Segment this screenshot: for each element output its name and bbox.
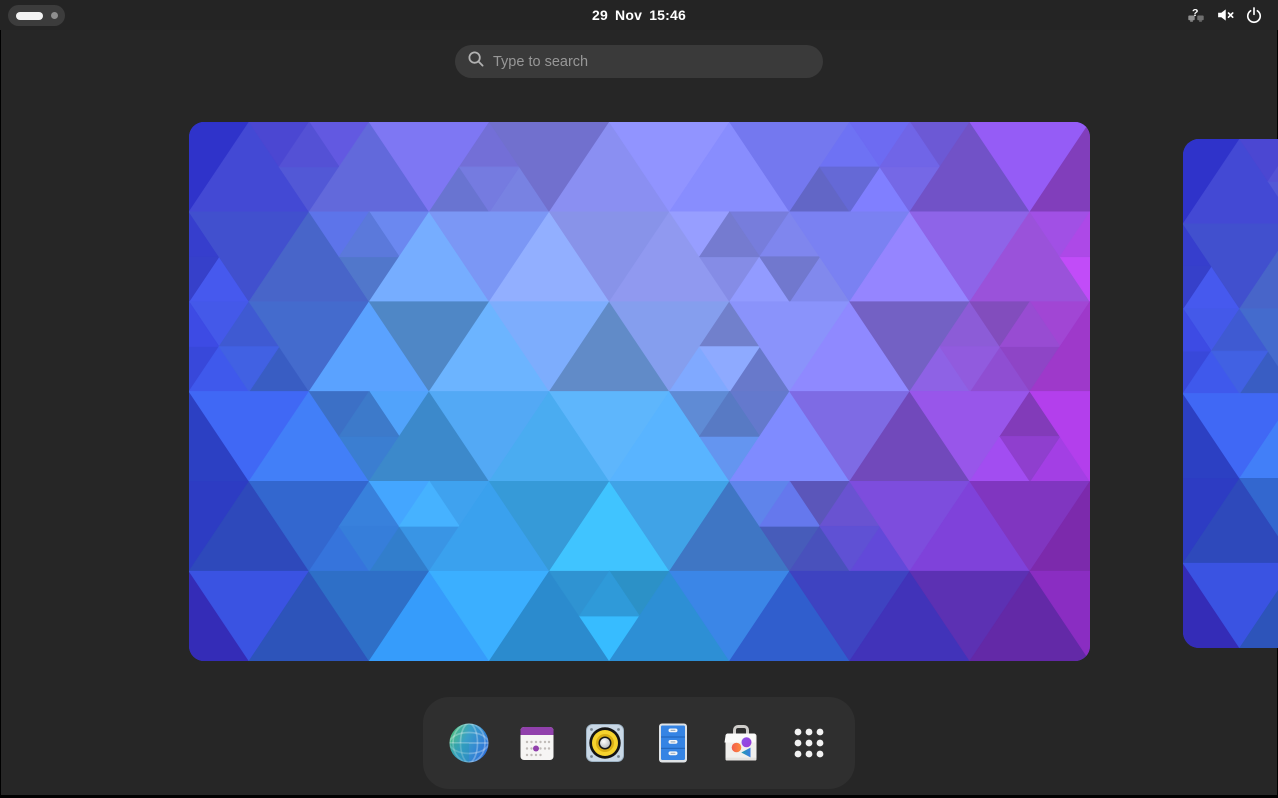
dash-item-software[interactable] <box>717 719 765 767</box>
dash-item-web-browser[interactable] <box>445 719 493 767</box>
search-icon <box>467 50 485 73</box>
wallpaper-triangles-peek <box>1183 139 1278 648</box>
workspace-inactive-dot[interactable] <box>51 12 58 19</box>
wallpaper-triangles <box>189 122 1090 661</box>
search-input[interactable] <box>493 54 811 70</box>
quick-settings-area[interactable]: ? <box>1180 0 1270 30</box>
music-speaker-icon <box>581 719 629 767</box>
calendar-event-dot <box>533 746 539 752</box>
clock-button[interactable]: 29 Nov 15:46 <box>592 0 686 30</box>
dash-item-show-apps[interactable] <box>785 719 833 767</box>
dash-item-files[interactable] <box>649 719 697 767</box>
dash-item-music[interactable] <box>581 719 629 767</box>
network-unknown-icon[interactable]: ? <box>1184 3 1208 27</box>
search-field[interactable] <box>455 45 823 78</box>
software-store-bag-icon <box>717 719 765 767</box>
web-browser-globe-icon <box>445 719 493 767</box>
network-question-badge: ? <box>1192 7 1198 19</box>
top-bar: 29 Nov 15:46 ? <box>0 0 1278 30</box>
files-cabinet-icon <box>649 719 697 767</box>
dash <box>423 697 855 789</box>
workspace-thumbnail-1[interactable] <box>189 122 1090 661</box>
workspaces-indicator[interactable] <box>8 5 65 26</box>
workspace-active-pill[interactable] <box>16 12 43 20</box>
show-apps-grid-icon <box>785 719 833 767</box>
power-icon[interactable] <box>1242 3 1266 27</box>
calendar-icon <box>513 719 561 767</box>
dash-item-calendar[interactable] <box>513 719 561 767</box>
workspace-thumbnail-2[interactable] <box>1183 139 1278 648</box>
volume-muted-icon[interactable] <box>1213 3 1237 27</box>
